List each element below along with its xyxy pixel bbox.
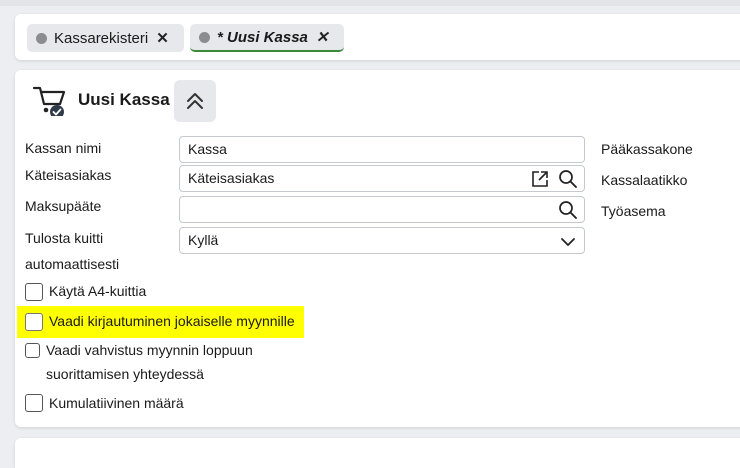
tab-label: * Uusi Kassa <box>217 28 308 46</box>
tab-status-dot <box>36 32 47 44</box>
kayta-a4-checkbox[interactable] <box>25 283 43 301</box>
vaadi-vahvistus-label-line2: suorittamisen yhteydessä <box>46 366 204 382</box>
tab-kassarekisteri[interactable]: Kassarekisteri ✕ <box>27 24 184 52</box>
close-icon[interactable]: ✕ <box>316 28 329 46</box>
vaadi-vahvistus-checkbox[interactable] <box>25 343 40 358</box>
kumulatiivinen-checkbox[interactable] <box>25 394 43 412</box>
tab-uusi-kassa[interactable]: * Uusi Kassa ✕ <box>190 24 344 52</box>
paakassakone-label: Pääkassakone <box>601 141 693 157</box>
vaadi-kirjautuminen-label: Vaadi kirjautuminen jokaiselle myynnille <box>49 313 295 329</box>
top-strip <box>0 0 740 6</box>
kayta-a4-label: Käytä A4-kuittia <box>49 283 147 299</box>
shopping-cart-icon <box>32 86 66 116</box>
kumulatiivinen-label: Kumulatiivinen määrä <box>49 395 184 411</box>
chevron-down-icon <box>561 238 575 246</box>
tab-label: Kassarekisteri <box>54 29 149 47</box>
tulosta-kuitti-select[interactable]: Kyllä <box>179 227 585 254</box>
tulosta-kuitti-label-line2: automaattisesti <box>25 256 120 272</box>
maksupaate-input[interactable] <box>179 196 585 223</box>
kassan-nimi-input[interactable]: Kassa <box>179 136 585 163</box>
kateisasiakas-input[interactable]: Käteisasiakas <box>179 165 585 192</box>
tulosta-kuitti-value: Kyllä <box>188 232 219 248</box>
tulosta-kuitti-label: Tulosta kuitti <box>25 230 104 246</box>
chevron-double-up-icon <box>187 93 203 109</box>
form-card: Uusi Kassa Kassan nimi Kassa Käteisasiak… <box>15 70 740 427</box>
search-icon[interactable] <box>558 200 578 220</box>
next-card <box>15 438 740 468</box>
kateisasiakas-label: Käteisasiakas <box>25 167 112 183</box>
kassalaatikko-label: Kassalaatikko <box>601 172 688 188</box>
external-link-icon[interactable] <box>530 169 550 189</box>
tab-status-dot <box>199 31 210 43</box>
page-title: Uusi Kassa <box>78 90 170 109</box>
kassan-nimi-label: Kassan nimi <box>25 140 102 156</box>
tab-bar: Kassarekisteri ✕ * Uusi Kassa ✕ <box>15 14 740 60</box>
collapse-button[interactable] <box>174 80 216 122</box>
maksupaate-label: Maksupääte <box>25 198 102 214</box>
vaadi-vahvistus-label: Vaadi vahvistus myynnin loppuun <box>46 342 253 358</box>
search-icon[interactable] <box>558 169 578 189</box>
vaadi-kirjautuminen-checkbox[interactable] <box>25 313 43 331</box>
tyoasema-label: Työasema <box>601 203 666 219</box>
close-icon[interactable]: ✕ <box>156 29 169 47</box>
kateisasiakas-value: Käteisasiakas <box>188 170 275 186</box>
